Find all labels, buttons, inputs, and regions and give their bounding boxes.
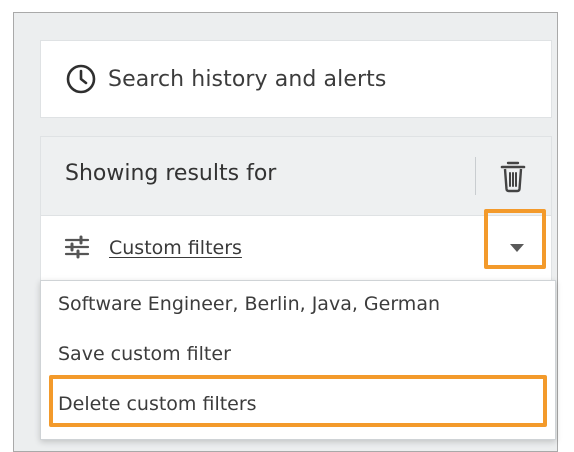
custom-filters-menu: Software Engineer, Berlin, Java, German … [40,280,556,440]
clock-icon [65,63,97,95]
trash-icon [500,161,526,193]
sliders-icon [63,235,91,259]
header-divider [475,157,476,195]
results-title: Showing results for [65,161,277,186]
menu-item-saved-filter[interactable]: Software Engineer, Berlin, Java, German [58,293,440,315]
search-history-label: Search history and alerts [108,66,387,92]
menu-item-save-custom-filter[interactable]: Save custom filter [58,343,231,365]
menu-item-delete-custom-filters[interactable]: Delete custom filters [58,393,257,415]
custom-filters-dropdown-toggle[interactable] [487,218,547,278]
custom-filters-link[interactable]: Custom filters [109,237,242,259]
delete-filter-button[interactable] [493,155,533,197]
caret-down-icon [510,244,524,252]
search-history-button[interactable]: Search history and alerts [40,40,552,118]
filter-row: Custom filters [41,216,551,282]
results-header: Showing results for [41,137,551,216]
